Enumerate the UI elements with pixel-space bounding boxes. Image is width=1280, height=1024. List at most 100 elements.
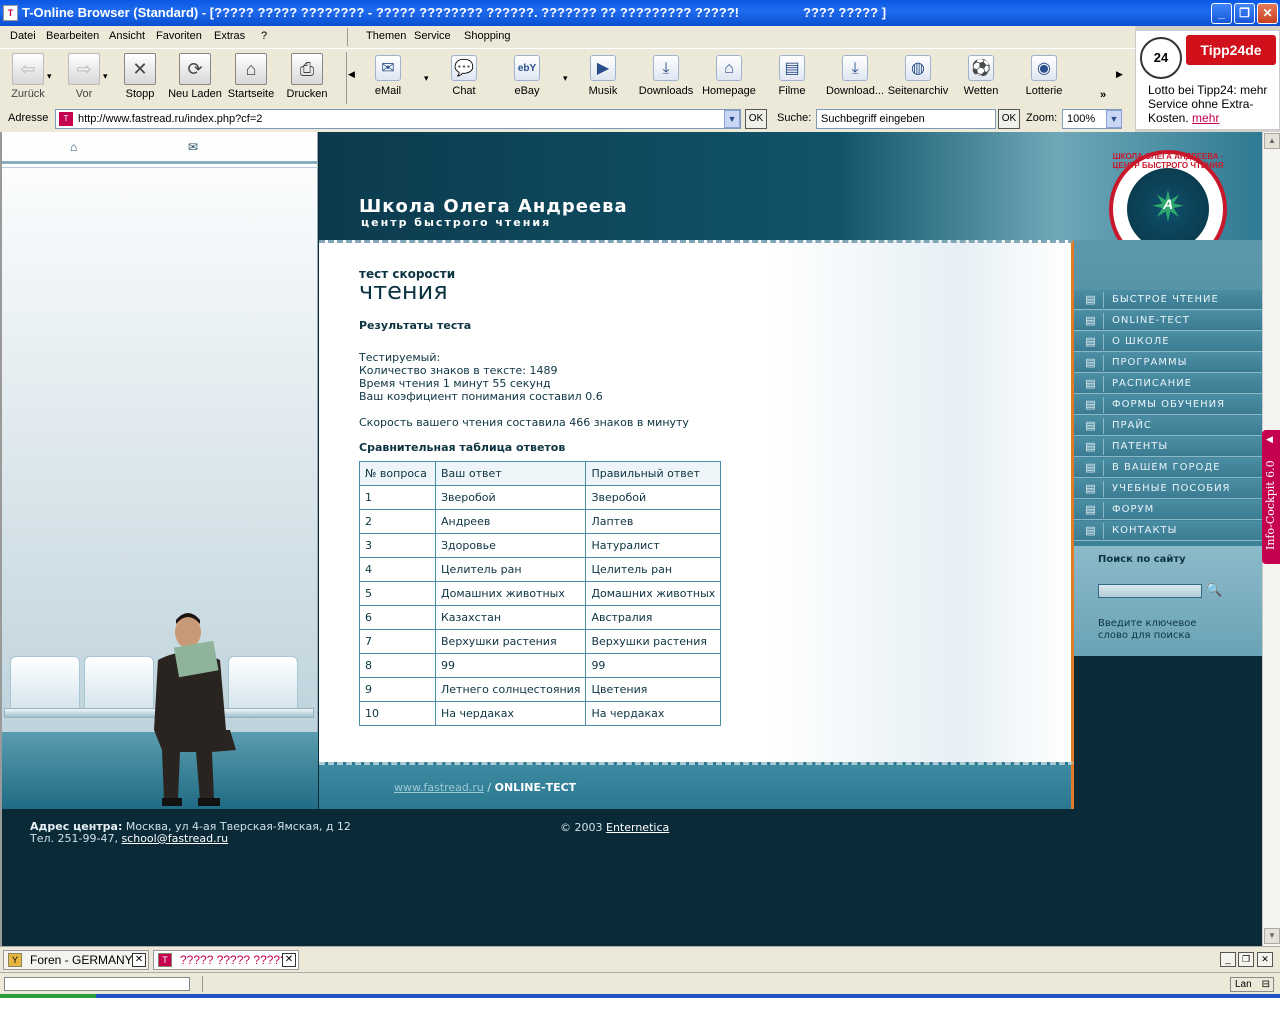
page-archive-label: Seitenarchiv <box>887 85 949 97</box>
lottery-label: Lotterie <box>1025 85 1063 97</box>
download-manager-button[interactable]: ⤓ Download... <box>823 55 887 97</box>
search-ok-button[interactable]: OK <box>998 109 1020 129</box>
book-icon: ▤ <box>1078 502 1104 518</box>
home-button[interactable]: ⌂ Startseite <box>223 53 279 103</box>
print-button[interactable]: ⎙ Drucken <box>279 53 335 103</box>
book-icon: ▤ <box>1078 418 1104 434</box>
nav-item[interactable]: ▤ КОНТАКТЫ <box>1074 521 1262 541</box>
left-nav: ⌂ ✉ <box>2 132 318 164</box>
ebay-label: eBay <box>514 85 540 97</box>
window-title: T-Online Browser (Standard) - [????? ???… <box>22 5 739 20</box>
nav-item[interactable]: ▤ УЧЕБНЫЕ ПОСОБИЯ <box>1074 479 1262 499</box>
downloads-button[interactable]: ⤓ Downloads <box>634 55 698 97</box>
menu-service[interactable]: Service <box>414 30 451 42</box>
status-divider <box>202 976 203 992</box>
lottery-button[interactable]: ◉ Lotterie <box>1012 55 1076 97</box>
email-dropdown-icon[interactable]: ▾ <box>424 73 432 89</box>
magnifier-icon[interactable]: 🔍 <box>1206 582 1222 598</box>
menu-favoriten[interactable]: Favoriten <box>156 30 202 42</box>
maximize-button[interactable]: ❐ <box>1234 3 1255 24</box>
scroll-up-icon[interactable]: ▲ <box>1264 133 1280 149</box>
nav-item[interactable]: ▤ О ШКОЛЕ <box>1074 332 1262 352</box>
network-icon: ⊟ <box>1261 979 1270 990</box>
page-archive-button[interactable]: ◍ Seitenarchiv <box>886 55 950 97</box>
seal-letter: A <box>1162 196 1174 212</box>
scroll-right-icon[interactable]: ▶ <box>1116 69 1124 85</box>
page-footer: Адрес центра: Москва, ул 4-ая Тверская-Я… <box>2 809 1262 946</box>
menu-themen[interactable]: Themen <box>366 30 406 42</box>
lottery-ball-icon: ◉ <box>1031 55 1057 81</box>
ebay-button[interactable]: ebY eBay <box>495 55 559 97</box>
menu-ansicht[interactable]: Ansicht <box>109 30 145 42</box>
site-search-input[interactable] <box>1098 584 1202 598</box>
search-input[interactable]: Suchbegriff eingeben <box>816 109 996 129</box>
stop-button[interactable]: ✕ Stopp <box>112 53 168 103</box>
ad-more-link[interactable]: mehr <box>1192 111 1219 125</box>
lotto-ball-icon: 24 <box>1140 37 1182 79</box>
chat-label: Chat <box>452 85 476 97</box>
ebay-dropdown-icon[interactable]: ▾ <box>563 73 571 89</box>
music-button[interactable]: ▶ Musik <box>571 55 635 97</box>
url-dropdown-icon[interactable]: ▼ <box>724 110 740 128</box>
menu-bearbeiten[interactable]: Bearbeiten <box>46 30 99 42</box>
mdi-minimize-button[interactable]: _ <box>1220 952 1236 967</box>
films-label: Filme <box>778 85 806 97</box>
zoom-dropdown-icon[interactable]: ▼ <box>1106 110 1122 128</box>
school-email-link[interactable]: school@fastread.ru <box>121 832 228 845</box>
nav-item[interactable]: ▤ ФОРМЫ ОБУЧЕНИЯ <box>1074 395 1262 415</box>
book-icon: ▤ <box>1078 313 1104 329</box>
back-dropdown-icon[interactable]: ▾ <box>47 71 55 87</box>
scroll-down-icon[interactable]: ▼ <box>1264 928 1280 944</box>
enternetica-link[interactable]: Enternetica <box>606 821 669 834</box>
chat-bubble-icon: 💬 <box>451 55 477 81</box>
nav-item[interactable]: ▤ БЫСТРОЕ ЧТЕНИЕ <box>1074 290 1262 310</box>
search-label: Suche: <box>777 112 812 124</box>
menu-shopping[interactable]: Shopping <box>464 30 511 42</box>
breadcrumb-home-link[interactable]: www.fastread.ru <box>394 781 484 794</box>
nav-item[interactable]: ▤ ФОРУМ <box>1074 500 1262 520</box>
print-label: Drucken <box>286 88 328 100</box>
scroll-left-icon[interactable]: ◀ <box>348 69 356 85</box>
stop-icon: ✕ <box>124 53 156 85</box>
close-tab-icon[interactable]: ✕ <box>282 953 296 967</box>
forward-dropdown-icon[interactable]: ▾ <box>103 71 111 87</box>
films-button[interactable]: ▤ Filme <box>760 55 824 97</box>
table-row: 9 Летнего солнцестояния Цветения <box>359 677 722 702</box>
mdi-restore-button[interactable]: ❐ <box>1238 952 1254 967</box>
back-arrow-icon: ⇦ <box>12 53 44 85</box>
taskbar-strip-blue <box>96 994 1280 998</box>
nav-item[interactable]: ▤ ПРОГРАММЫ <box>1074 353 1262 373</box>
nav-item[interactable]: ▤ ПРАЙС <box>1074 416 1262 436</box>
chat-button[interactable]: 💬 Chat <box>432 55 496 97</box>
betting-label: Wetten <box>963 85 999 97</box>
mail-icon[interactable]: ✉ <box>188 140 198 154</box>
home-icon[interactable]: ⌂ <box>70 140 77 154</box>
minimize-button[interactable]: _ <box>1211 3 1232 24</box>
close-button[interactable]: ✕ <box>1257 3 1278 24</box>
tab-forum[interactable]: Y Foren - GERMANY... ✕ <box>3 950 149 970</box>
betting-button[interactable]: ⚽ Wetten <box>949 55 1013 97</box>
window-title-right: ???? ????? ] <box>803 5 887 20</box>
table-row: 3 Здоровье Натуралист <box>359 533 722 558</box>
nav-item[interactable]: ▤ РАСПИСАНИЕ <box>1074 374 1262 394</box>
url-ok-button[interactable]: OK <box>745 109 767 129</box>
nav-item[interactable]: ▤ ONLINE-ТЕСТ <box>1074 311 1262 331</box>
tab-fastread[interactable]: T ????? ????? ?????... ✕ <box>153 950 299 970</box>
reload-button[interactable]: ⟳ Neu Laden <box>167 53 223 103</box>
play-icon: ▶ <box>590 55 616 81</box>
book-icon: ▤ <box>1078 460 1104 476</box>
nav-item[interactable]: ▤ ПАТЕНТЫ <box>1074 437 1262 457</box>
close-tab-icon[interactable]: ✕ <box>132 953 146 967</box>
url-input[interactable]: T http://www.fastread.ru/index.php?cf=2 <box>55 109 741 129</box>
tipp24-ad[interactable]: 24 Tipp24de Lotto bei Tipp24: mehr Servi… <box>1135 30 1280 130</box>
toolbar-overflow-button[interactable]: » <box>1100 89 1106 101</box>
menu-help[interactable]: ? <box>261 30 267 42</box>
nav-item[interactable]: ▤ В ВАШЕМ ГОРОДЕ <box>1074 458 1262 478</box>
email-button[interactable]: ✉ eMail <box>356 55 420 97</box>
info-cockpit-tab[interactable]: ◀ Info-Cockpit 6.0 <box>1262 430 1280 564</box>
menu-datei[interactable]: Datei <box>10 30 36 42</box>
title-bar: T T-Online Browser (Standard) - [????? ?… <box>0 0 1280 26</box>
homepage-button[interactable]: ⌂ Homepage <box>697 55 761 97</box>
menu-extras[interactable]: Extras <box>214 30 245 42</box>
mdi-close-button[interactable]: ✕ <box>1257 952 1273 967</box>
